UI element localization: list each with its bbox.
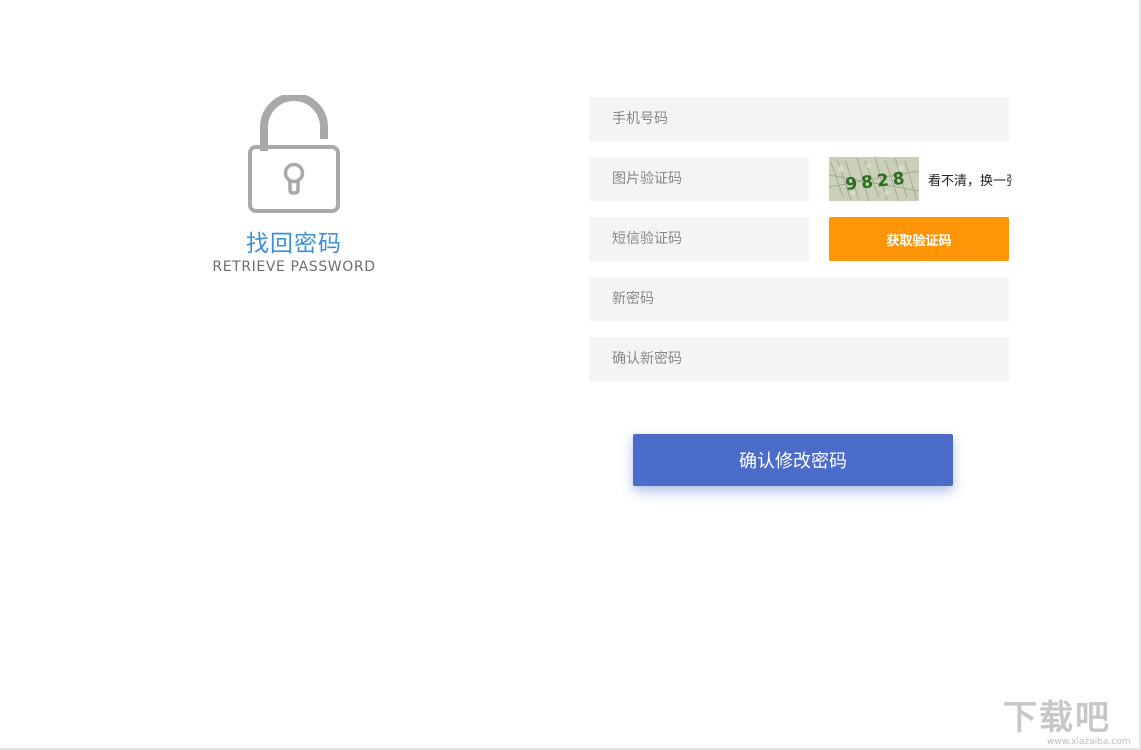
phone-input[interactable] bbox=[589, 97, 1009, 141]
phone-field-container bbox=[589, 97, 1009, 141]
watermark-logo: 下载吧 bbox=[1003, 698, 1111, 738]
captcha-image[interactable]: 9828 bbox=[829, 157, 919, 201]
captcha-refresh-link[interactable]: 看不清，换一张 bbox=[928, 170, 1012, 189]
captcha-input[interactable] bbox=[589, 157, 809, 201]
get-sms-code-button[interactable]: 获取验证码 bbox=[829, 217, 1009, 261]
watermark: 下载吧 www.xiazaiba.com bbox=[1003, 698, 1137, 750]
watermark-url: www.xiazaiba.com bbox=[1047, 737, 1131, 747]
confirm-password-field-container bbox=[589, 337, 1009, 381]
new-password-input[interactable] bbox=[589, 277, 1009, 321]
sms-code-input[interactable] bbox=[589, 217, 809, 261]
confirm-change-password-button[interactable]: 确认修改密码 bbox=[633, 434, 953, 486]
confirm-password-input[interactable] bbox=[589, 337, 1009, 381]
page-subtitle: RETRIEVE PASSWORD bbox=[212, 259, 376, 275]
retrieve-password-page: 找回密码 RETRIEVE PASSWORD 手机号码 图片验证码 9828 看… bbox=[0, 0, 1141, 750]
new-password-field-container bbox=[589, 277, 1009, 321]
sms-field-container bbox=[589, 217, 809, 261]
lock-icon bbox=[248, 95, 340, 213]
page-title: 找回密码 bbox=[246, 231, 342, 257]
captcha-field-container bbox=[589, 157, 809, 201]
